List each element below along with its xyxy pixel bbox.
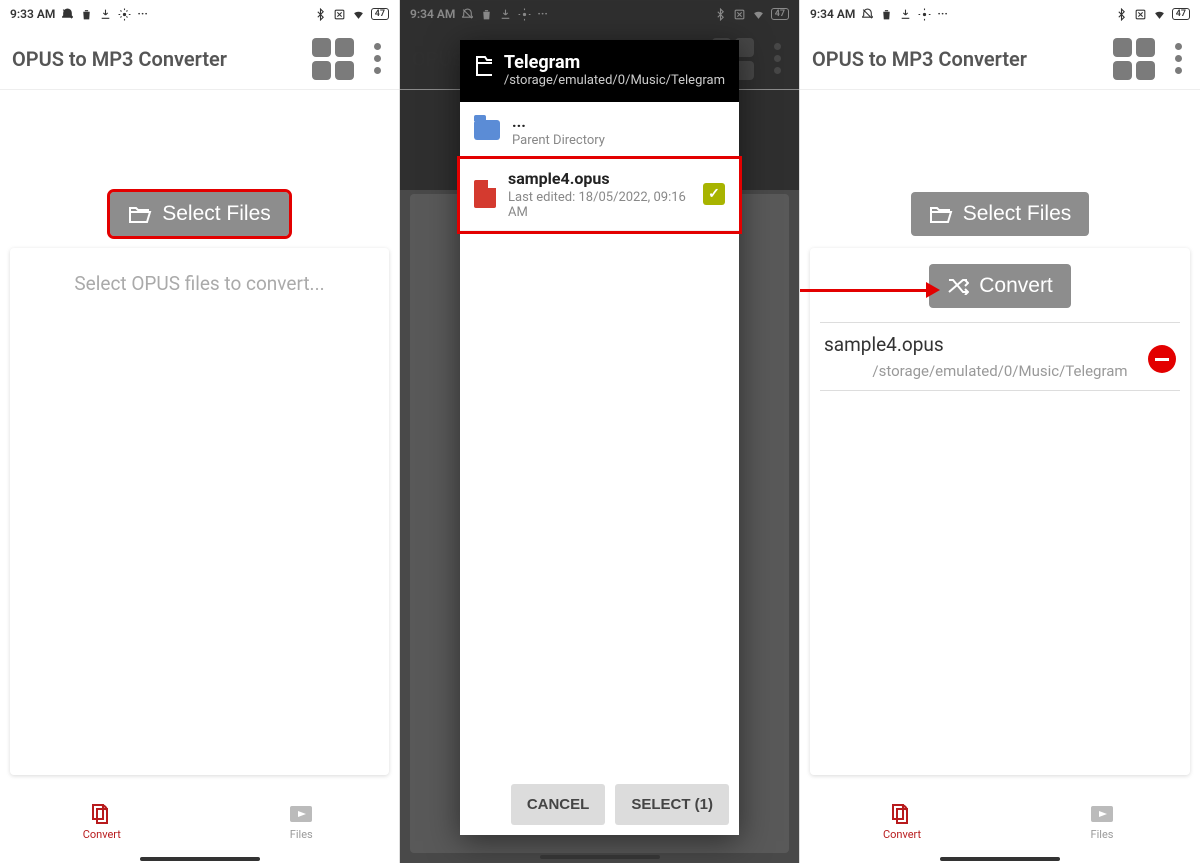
grid-view-icon[interactable] [1113,38,1155,80]
dialog-header: Telegram /storage/emulated/0/Music/Teleg… [460,40,739,102]
minus-icon [1155,358,1169,361]
folder-icon [474,120,500,140]
no-sim-icon [333,8,346,21]
dnd-icon [61,8,74,21]
dialog-path: /storage/emulated/0/Music/Telegram [504,73,725,90]
convert-icon [887,802,917,826]
screen-2: 9:34 AM ··· 47 OPUS to MP3 Converter [400,0,800,863]
bottom-nav: Convert Files [0,785,399,857]
parent-directory-row[interactable]: ... Parent Directory [460,102,739,159]
trash-icon [80,8,93,21]
bluetooth-icon [1115,8,1128,21]
bluetooth-icon [314,8,327,21]
cancel-button[interactable]: CANCEL [511,784,606,825]
dialog-title: Telegram [504,52,725,73]
nav-convert[interactable]: Convert [83,802,121,841]
screen-3: 9:34 AM ··· 47 OPUS to MP3 Converter Sel… [800,0,1200,863]
home-indicator[interactable] [800,857,1200,863]
grid-view-icon[interactable] [312,38,354,80]
dnd-icon [861,8,874,21]
select-button[interactable]: SELECT (1) [615,784,729,825]
selected-file-name: sample4.opus [824,333,1176,356]
app-title: OPUS to MP3 Converter [12,47,227,71]
convert-label: Convert [979,274,1053,298]
folder-open-icon [128,204,152,224]
download-icon [899,8,912,21]
battery-label: 47 [1172,8,1190,20]
app-title: OPUS to MP3 Converter [812,47,1027,71]
download-icon [99,8,112,21]
more-dots: ··· [937,7,948,21]
nav-files[interactable]: Files [286,802,316,841]
status-bar: 9:34 AM ··· 47 [800,0,1200,28]
annotation-arrow [800,280,940,300]
file-name: sample4.opus [508,169,691,188]
menu-icon[interactable] [1169,43,1188,74]
selected-file-path: /storage/emulated/0/Music/Telegram [824,362,1176,380]
trash-icon [880,8,893,21]
no-sim-icon [1134,8,1147,21]
remove-file-button[interactable] [1148,345,1176,373]
nav-convert[interactable]: Convert [883,802,921,841]
file-picker-dialog: Telegram /storage/emulated/0/Music/Teleg… [460,40,739,835]
convert-button[interactable]: Convert [929,264,1071,308]
gear-icon [918,8,931,21]
battery-label: 47 [371,8,389,20]
bottom-nav: Convert Files [800,785,1200,857]
nav-files[interactable]: Files [1087,802,1117,841]
status-time: 9:33 AM [10,7,55,21]
wifi-icon [1153,8,1166,21]
file-row[interactable]: sample4.opus Last edited: 18/05/2022, 09… [460,159,739,231]
home-indicator[interactable] [400,855,799,861]
select-files-button[interactable]: Select Files [110,192,289,236]
gear-icon [118,8,131,21]
select-files-button[interactable]: Select Files [911,192,1090,236]
status-time: 9:34 AM [810,7,855,21]
folder-open-icon [929,204,953,224]
document-icon [474,180,496,208]
folder-open-icon [474,52,492,78]
app-bar: OPUS to MP3 Converter [800,28,1200,90]
more-dots: ··· [137,7,148,21]
select-files-label: Select Files [963,202,1072,226]
placeholder-text: Select OPUS files to convert... [20,266,379,295]
files-icon [286,802,316,826]
wifi-icon [352,8,365,21]
shuffle-icon [947,277,969,295]
app-bar: OPUS to MP3 Converter [0,28,399,90]
menu-icon[interactable] [368,43,387,74]
file-meta: Last edited: 18/05/2022, 09:16 AM [508,190,691,220]
select-files-label: Select Files [162,202,271,226]
status-bar: 9:33 AM ··· 47 [0,0,399,28]
checkbox-checked-icon[interactable]: ✓ [703,183,725,205]
selected-file-row: sample4.opus /storage/emulated/0/Music/T… [820,322,1180,391]
home-indicator[interactable] [0,857,399,863]
screen-1: 9:33 AM ··· 47 OPUS to MP3 Converter Sel… [0,0,400,863]
convert-icon [87,802,117,826]
files-icon [1087,802,1117,826]
